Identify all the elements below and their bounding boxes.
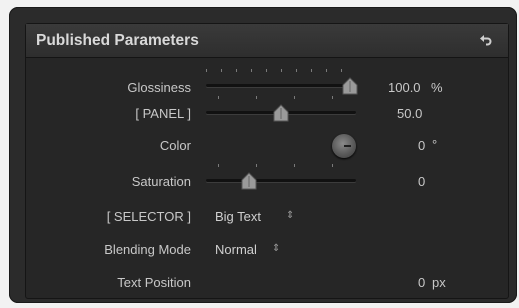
selector-label: [ SELECTOR ] <box>106 209 191 224</box>
panel-value[interactable]: 50.0 <box>397 106 422 121</box>
panel-header: Published Parameters <box>26 24 508 58</box>
panel-row: [ PANEL ] 50.0 <box>26 96 508 126</box>
glossiness-value[interactable]: 100.0 <box>388 80 421 95</box>
panel-slider-thumb[interactable] <box>273 104 289 122</box>
parameters-container: Published Parameters Glossiness 100.0 % … <box>25 23 509 299</box>
color-unit: ° <box>432 137 438 152</box>
blending-mode-row: Blending Mode Normal ⇕ <box>26 238 508 262</box>
glossiness-label: Glossiness <box>127 80 191 95</box>
text-position-unit: px <box>432 275 446 290</box>
saturation-ticks <box>206 164 356 167</box>
popup-arrows-icon[interactable]: ⇕ <box>286 210 294 221</box>
published-parameters-panel: Published Parameters Glossiness 100.0 % … <box>9 7 517 303</box>
selector-popup[interactable]: Big Text <box>215 209 261 224</box>
saturation-label: Saturation <box>131 174 191 189</box>
panel-title: Published Parameters <box>36 32 199 49</box>
text-position-value[interactable]: 0 <box>418 275 425 290</box>
knob-indicator <box>344 145 351 147</box>
saturation-value[interactable]: 0 <box>418 174 425 189</box>
glossiness-unit: % <box>431 80 443 95</box>
saturation-slider-thumb[interactable] <box>241 172 257 190</box>
undo-arrow-icon[interactable] <box>478 32 494 48</box>
glossiness-slider-track[interactable] <box>206 84 356 87</box>
saturation-slider-track[interactable] <box>206 179 356 182</box>
panel-label: [ PANEL ] <box>135 106 191 121</box>
text-position-row: Text Position 0 px <box>26 271 508 295</box>
color-label: Color <box>159 138 191 153</box>
blending-mode-popup[interactable]: Normal <box>215 242 257 257</box>
panel-ticks <box>206 96 356 99</box>
glossiness-slider-thumb[interactable] <box>342 77 358 95</box>
color-row: Color 0 ° <box>26 134 508 158</box>
glossiness-ticks <box>206 69 356 72</box>
popup-arrows-icon[interactable]: ⇕ <box>272 243 280 254</box>
color-value[interactable]: 0 <box>418 138 425 153</box>
blending-mode-label: Blending Mode <box>104 242 191 257</box>
color-angle-knob[interactable] <box>332 134 356 158</box>
text-position-label: Text Position <box>117 275 191 290</box>
saturation-row: Saturation 0 <box>26 164 508 194</box>
selector-row: [ SELECTOR ] Big Text ⇕ <box>26 205 508 229</box>
